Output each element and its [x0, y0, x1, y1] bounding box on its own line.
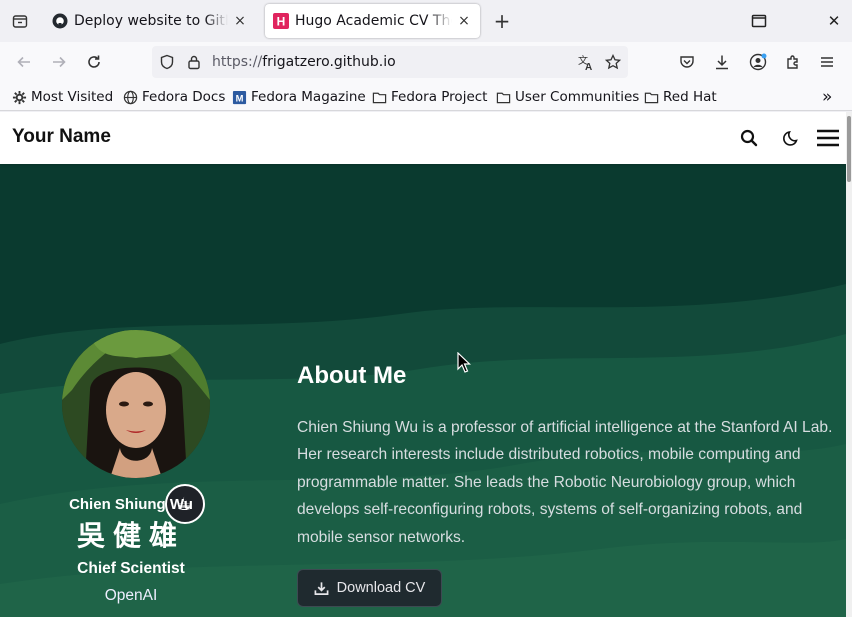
moon-icon [783, 131, 798, 146]
scrollbar-thumb[interactable] [847, 116, 851, 182]
download-cv-button[interactable]: Download CV [297, 569, 442, 607]
reload-button[interactable] [82, 50, 106, 74]
bookmark-most-visited[interactable]: Most Visited [11, 87, 113, 107]
back-arrow-icon [17, 56, 30, 68]
bookmark-fedora-magazine[interactable]: M Fedora Magazine [231, 87, 366, 107]
profile-avatar [62, 330, 210, 478]
profile-name: Chien Shiung Wu [69, 496, 193, 513]
tab-list-button[interactable] [8, 9, 32, 33]
bookmark-fedora-docs[interactable]: Fedora Docs [122, 87, 225, 107]
forward-arrow-icon [53, 56, 66, 68]
bookmark-label: Red Hat [663, 89, 717, 105]
mouse-cursor-icon [457, 352, 471, 373]
search-icon [740, 129, 758, 147]
download-cv-label: Download CV [336, 580, 426, 596]
profile-name-chinese: 吳健雄 [76, 519, 185, 552]
navigation-toolbar: https://frigatzero.github.io 文A [0, 42, 852, 82]
hamburger-menu-icon [817, 129, 839, 147]
downloads-button[interactable] [710, 50, 734, 74]
bookmark-label: Fedora Project [391, 89, 488, 105]
app-menu-button[interactable] [815, 50, 839, 74]
theme-toggle-button[interactable] [780, 126, 804, 150]
site-search-button[interactable] [737, 126, 761, 150]
restore-icon [751, 14, 767, 28]
account-icon [749, 53, 767, 71]
window-close-button[interactable]: ✕ [822, 9, 846, 33]
puzzle-icon [787, 55, 798, 69]
svg-text:H: H [277, 15, 286, 29]
site-title[interactable]: Your Name [12, 126, 111, 148]
svg-text:A: A [585, 62, 592, 71]
tab-strip: Deploy website to GitHub × H Hugo Academ… [0, 0, 852, 42]
tab-close-button[interactable]: × [456, 13, 472, 29]
globe-icon [122, 89, 138, 105]
gear-icon [11, 89, 27, 105]
folder-icon [643, 89, 659, 105]
new-tab-button[interactable]: + [490, 9, 514, 33]
hugo-icon: H [273, 13, 289, 29]
bookmark-red-hat[interactable]: Red Hat [643, 87, 717, 107]
page-scrollbar[interactable] [846, 112, 852, 617]
bookmark-label: User Communities [515, 89, 640, 105]
tab-title: Hugo Academic CV Theme [295, 13, 452, 29]
download-icon [716, 55, 728, 70]
bookmark-user-communities[interactable]: User Communities [495, 87, 639, 107]
bookmark-fedora-project[interactable]: Fedora Project [371, 87, 487, 107]
translate-icon[interactable]: 文A [578, 54, 595, 71]
url-host: frigatzero.github.io [262, 54, 396, 70]
hamburger-menu-icon [821, 57, 833, 67]
bookmark-label: Fedora Magazine [251, 89, 366, 105]
web-page: Your Name ☕ Chien Shiung Wu 吳健雄 Chief Sc… [0, 112, 846, 617]
reload-icon [88, 55, 100, 68]
extensions-button[interactable] [781, 50, 805, 74]
tab-close-button[interactable]: × [232, 13, 248, 29]
tab-list-icon [12, 15, 28, 28]
tab-hugo-academic[interactable]: H Hugo Academic CV Theme × [265, 4, 480, 38]
download-icon [314, 581, 329, 596]
forward-button[interactable] [47, 50, 71, 74]
profile-organization[interactable]: OpenAI [0, 587, 262, 605]
bookmark-star-icon[interactable] [605, 54, 621, 70]
svg-text:M: M [235, 93, 243, 103]
url-scheme: https:// [212, 54, 263, 70]
folder-icon [495, 89, 511, 105]
bookmarks-overflow-button[interactable]: » [822, 87, 832, 107]
pocket-button[interactable] [675, 50, 699, 74]
tracking-protection-shield-icon [160, 54, 174, 70]
about-heading: About Me [297, 362, 407, 389]
tab-title: Deploy website to GitHub [74, 13, 228, 29]
profile-photo [62, 330, 210, 478]
account-button[interactable] [746, 50, 770, 74]
bookmark-label: Fedora Docs [142, 89, 226, 105]
tab-deploy-website[interactable]: Deploy website to GitHub × [44, 4, 256, 38]
back-button[interactable] [12, 50, 36, 74]
bookmarks-toolbar: Most Visited Fedora Docs M Fedora Magazi… [0, 82, 852, 111]
site-navbar: Your Name [0, 112, 846, 164]
lock-icon [188, 55, 200, 70]
site-menu-button[interactable] [815, 126, 841, 150]
about-paragraph: Chien Shiung Wu is a professor of artifi… [297, 419, 833, 546]
url-text: https://frigatzero.github.io [212, 54, 396, 70]
github-icon [52, 13, 68, 29]
folder-icon [371, 89, 387, 105]
hero-section: ☕ Chien Shiung Wu 吳健雄 Chief Scientist Op… [0, 164, 846, 617]
bookmark-label: Most Visited [31, 89, 114, 105]
profile-role: Chief Scientist [77, 560, 185, 577]
url-bar[interactable]: https://frigatzero.github.io 文A [152, 46, 628, 78]
pocket-icon [680, 56, 694, 68]
fedora-magazine-icon: M [231, 89, 247, 105]
restore-window-button[interactable] [747, 9, 771, 33]
